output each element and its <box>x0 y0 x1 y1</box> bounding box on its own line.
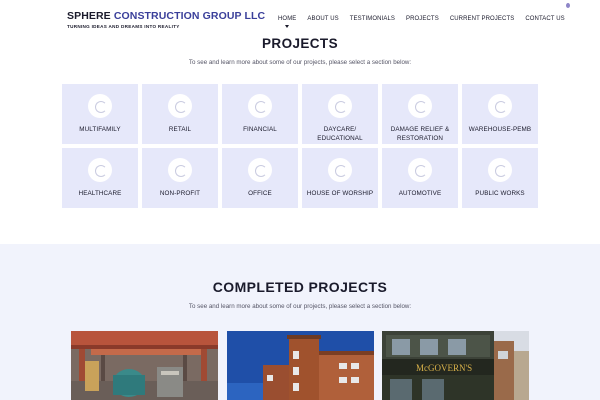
loading-circle-icon <box>328 158 352 182</box>
completed-projects-title: COMPLETED PROJECTS <box>212 279 388 295</box>
loading-circle-icon <box>488 94 512 118</box>
project-card-daycare-educational[interactable]: DAYCARE/ EDUCATIONAL <box>302 84 378 144</box>
project-card-retail[interactable]: RETAIL <box>142 84 218 144</box>
card-label: DAMAGE RELIEF & RESTORATION <box>390 126 450 142</box>
nav-home[interactable]: HOME <box>278 16 296 28</box>
project-card-warehouse-pemb[interactable]: WAREHOUSE-PEMB <box>462 84 538 144</box>
loading-circle-icon <box>328 94 352 118</box>
nav-testimonials[interactable]: TESTIMONIALS <box>350 16 395 22</box>
loading-circle-icon <box>408 94 432 118</box>
project-card-damage-relief[interactable]: DAMAGE RELIEF & RESTORATION <box>382 84 458 144</box>
card-label: AUTOMOTIVE <box>398 190 442 197</box>
logo[interactable]: SPHERE CONSTRUCTION GROUP LLC TURNING ID… <box>67 10 265 29</box>
nav-current-projects[interactable]: CURRENT PROJECTS <box>450 16 515 22</box>
card-label: PUBLIC WORKS <box>475 190 525 197</box>
project-card-non-profit[interactable]: NON-PROFIT <box>142 148 218 208</box>
projects-title: PROJECTS <box>262 36 338 51</box>
project-card-public-works[interactable]: PUBLIC WORKS <box>462 148 538 208</box>
industrial-interior-photo[interactable] <box>71 331 218 400</box>
nav-contact-us[interactable]: CONTACT US <box>525 16 564 22</box>
card-label: DAYCARE/ EDUCATIONAL <box>317 126 363 142</box>
site-header: SPHERE CONSTRUCTION GROUP LLC TURNING ID… <box>0 0 600 34</box>
card-label: NON-PROFIT <box>159 190 201 197</box>
logo-tagline: TURNING IDEAS AND DREAMS INTO REALITY <box>67 24 180 29</box>
projects-subtitle: To see and learn more about some of our … <box>188 59 412 66</box>
projects-grid: MULTIFAMILY RETAIL FINANCIAL DAYCARE/ ED… <box>62 84 539 208</box>
logo-title-primary: SPHERE <box>67 10 111 22</box>
completed-projects-subtitle: To see and learn more about some of our … <box>188 303 412 310</box>
main-nav: HOME ABOUT US TESTIMONIALS PROJECTS CURR… <box>278 16 576 28</box>
project-card-office[interactable]: OFFICE <box>222 148 298 208</box>
project-card-multifamily[interactable]: MULTIFAMILY <box>62 84 138 144</box>
loading-circle-icon <box>248 158 272 182</box>
project-card-financial[interactable]: FINANCIAL <box>222 84 298 144</box>
card-label: RETAIL <box>168 126 192 133</box>
card-label: MULTIFAMILY <box>79 126 121 133</box>
loading-circle-icon <box>408 158 432 182</box>
card-label: HOUSE OF WORSHIP <box>306 190 374 197</box>
card-label: FINANCIAL <box>243 126 277 133</box>
logo-title-accent: CONSTRUCTION <box>113 10 200 22</box>
loading-circle-icon <box>88 94 112 118</box>
nav-projects[interactable]: PROJECTS <box>406 16 439 22</box>
project-card-house-of-worship[interactable]: HOUSE OF WORSHIP <box>302 148 378 208</box>
nav-about-us[interactable]: ABOUT US <box>307 16 338 22</box>
logo-title: SPHERE CONSTRUCTION GROUP LLC <box>67 10 265 22</box>
card-label: WAREHOUSE-PEMB <box>468 126 532 133</box>
logo-title-rest: GROUP LLC <box>202 10 266 22</box>
loading-circle-icon <box>168 94 192 118</box>
project-card-automotive[interactable]: AUTOMOTIVE <box>382 148 458 208</box>
loading-circle-icon <box>88 158 112 182</box>
loading-circle-icon <box>168 158 192 182</box>
brick-building-photo[interactable] <box>227 331 374 400</box>
storefront-sign-text: McGOVERN'S <box>416 363 472 373</box>
storefront-photo[interactable]: McGOVERN'S <box>382 331 529 400</box>
project-card-healthcare[interactable]: HEALTHCARE <box>62 148 138 208</box>
card-label: HEALTHCARE <box>78 190 122 197</box>
loading-circle-icon <box>248 94 272 118</box>
scroll-indicator-dot <box>566 3 570 8</box>
loading-circle-icon <box>488 158 512 182</box>
card-label: OFFICE <box>248 190 272 197</box>
